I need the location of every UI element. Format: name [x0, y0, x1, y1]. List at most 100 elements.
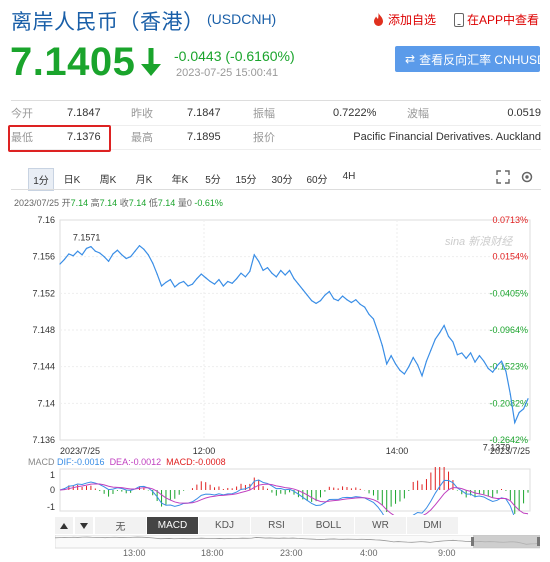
indicator-wr[interactable]: WR — [355, 517, 407, 534]
tab-yearly[interactable]: 年K — [162, 168, 198, 191]
price-point — [284, 274, 286, 276]
open-label: 今开 — [11, 107, 33, 120]
price-point — [138, 245, 141, 247]
reverse-rate-button[interactable]: ⇄ 查看反向汇率 CNHUSD — [395, 46, 546, 72]
indicator-rsi[interactable]: RSI — [251, 517, 303, 534]
price-point — [522, 408, 525, 410]
price-point — [527, 398, 529, 400]
macd-y-tick: 1 — [50, 470, 55, 480]
prev-close-label: 昨收 — [131, 107, 153, 120]
price-annotation: 7.1571 — [73, 233, 101, 243]
price-point — [116, 249, 118, 251]
price-point — [390, 355, 392, 357]
price-point — [306, 294, 308, 296]
indicator-kdj[interactable]: KDJ — [199, 517, 251, 534]
price-point — [328, 290, 330, 293]
high-value: 7.1895 — [187, 131, 221, 143]
price-point — [59, 263, 61, 265]
price-point — [386, 363, 388, 365]
price-point — [470, 352, 472, 354]
timeline-label: 4:00 — [360, 548, 378, 558]
triangle-down-icon — [80, 522, 88, 529]
price-point — [280, 269, 282, 272]
ohlc-high-value: 7.14 — [99, 198, 118, 208]
ohlc-high-label: 高 — [90, 198, 100, 208]
tab-30min[interactable]: 30分 — [264, 168, 300, 191]
ohlc-low-label: 低 — [148, 198, 158, 208]
ohlc-low-value: 7.14 — [157, 198, 176, 208]
price-point — [434, 338, 436, 340]
price-point — [249, 270, 251, 272]
scroll-down-button[interactable] — [75, 517, 93, 534]
price-point — [447, 335, 450, 338]
indicator-boll[interactable]: BOLL — [303, 517, 355, 534]
macd-value-label: MACD: — [166, 457, 196, 467]
price-point — [288, 269, 291, 272]
timeline-label: 18:00 — [201, 548, 224, 558]
swap-icon: ⇄ — [405, 52, 416, 66]
price-point — [500, 360, 503, 362]
x-tick-label: 14:00 — [386, 446, 409, 456]
watermark: sina 新浪财经 — [445, 235, 513, 248]
fullscreen-icon[interactable] — [496, 170, 510, 184]
price-line-chart[interactable]: 7.16 7.156 7.152 7.148 7.144 7.14 7.136 0.0713%… — [0, 210, 550, 462]
settings-icon[interactable] — [520, 170, 534, 184]
price-point — [205, 277, 207, 279]
y-tick-label: 7.16 — [37, 215, 55, 225]
price-point — [505, 370, 507, 372]
price-point — [121, 254, 123, 256]
tab-5min[interactable]: 5分 — [198, 168, 228, 191]
pct-tick-label: 0.0713% — [492, 215, 528, 225]
tab-weekly[interactable]: 周K — [90, 168, 126, 191]
indicator-macd[interactable]: MACD — [147, 517, 199, 534]
amplitude-label: 振幅 — [253, 107, 275, 120]
ohlc-pct: -0.61% — [194, 198, 223, 208]
price-point — [143, 248, 145, 250]
price-point — [156, 273, 158, 275]
price-point — [134, 250, 136, 252]
tab-1min[interactable]: 1分 — [28, 168, 54, 191]
y-tick-label: 7.148 — [32, 325, 55, 335]
ohlc-info: 2023/07/25 开7.14 高7.14 收7.14 低7.14 量0 -0… — [14, 196, 223, 209]
tab-15min[interactable]: 15分 — [228, 168, 264, 191]
quote-source-label: 报价 — [253, 132, 275, 144]
price-point — [209, 280, 211, 283]
price-point — [107, 260, 110, 262]
price-point — [430, 349, 432, 351]
price-point — [337, 300, 339, 302]
price-point — [452, 341, 454, 343]
tab-4h[interactable]: 4H — [334, 168, 364, 191]
price-point — [514, 421, 516, 424]
indicator-dmi[interactable]: DMI — [407, 517, 459, 534]
page-title: 离岸人民币（香港） — [11, 11, 205, 34]
price-point — [377, 331, 379, 333]
timeline-label: 13:00 — [123, 548, 146, 558]
price-point — [518, 411, 520, 414]
indicator-none[interactable]: 无 — [95, 517, 147, 534]
fire-icon — [374, 12, 383, 26]
price-point — [324, 294, 326, 296]
add-favorite-button[interactable]: 添加自选 — [372, 11, 436, 28]
macd-dea-label: DEA: — [109, 457, 131, 467]
wave-value: 0.0519 — [507, 106, 541, 119]
macd-dea-value: -0.0012 — [130, 457, 162, 467]
tab-60min[interactable]: 60分 — [300, 168, 334, 191]
period-tabs: 1分 日K 周K 月K 年K 5分 15分 30分 60分 4H — [28, 168, 364, 191]
price-point — [236, 278, 238, 280]
tab-monthly[interactable]: 月K — [126, 168, 162, 191]
price-point — [311, 300, 313, 302]
current-price: 7.1405 — [10, 40, 136, 84]
y-tick-label: 7.152 — [32, 288, 55, 298]
price-point — [231, 282, 233, 284]
navigator-window — [473, 535, 540, 548]
price-point — [465, 357, 467, 360]
price-point — [200, 273, 202, 275]
scroll-up-button[interactable] — [55, 517, 73, 534]
open-value: 7.1847 — [67, 106, 101, 119]
price-point — [169, 278, 171, 281]
price-change: -0.0443 (-0.6160%) — [174, 48, 295, 64]
tab-daily[interactable]: 日K — [54, 168, 90, 191]
open-in-app-button[interactable]: 在APP中查看 — [454, 11, 539, 28]
price-point — [94, 250, 96, 252]
x-tick-label: 12:00 — [193, 446, 216, 456]
